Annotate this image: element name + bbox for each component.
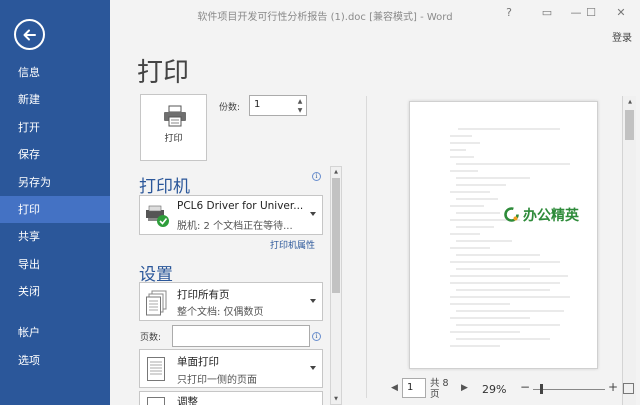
zoom-percent[interactable]: 29% — [482, 383, 506, 396]
nav-export[interactable]: 导出 — [0, 251, 110, 278]
zoom-in-icon[interactable]: + — [608, 380, 618, 394]
print-sides-dropdown[interactable]: 单面打印 只打印一侧的页面 — [139, 349, 323, 388]
print-button-label: 打印 — [164, 134, 183, 144]
login-link[interactable]: 登录 — [612, 29, 632, 44]
pages-info-icon[interactable]: i — [312, 332, 321, 341]
copies-label: 份数: — [219, 103, 241, 113]
printer-icon — [164, 105, 186, 127]
back-arrow-icon — [23, 29, 36, 41]
print-range-main: 打印所有页 — [177, 289, 230, 301]
backstage-sidebar: 信息 新建 打开 保存 另存为 打印 共享 导出 关闭 帐户 选项 — [0, 0, 110, 405]
collate-main: 调整 — [177, 396, 198, 405]
brand-logo-icon — [504, 207, 519, 222]
chevron-down-icon — [310, 365, 316, 370]
settings-scrollbar[interactable]: ▲ ▼ — [330, 166, 342, 405]
nav-new[interactable]: 新建 — [0, 86, 110, 113]
pages-input[interactable] — [172, 325, 310, 347]
info-icon[interactable]: i — [312, 172, 321, 181]
printer-properties-link[interactable]: 打印机属性 — [270, 238, 315, 251]
nav-save-as[interactable]: 另存为 — [0, 169, 110, 196]
nav-close[interactable]: 关闭 — [0, 278, 110, 305]
nav-print[interactable]: 打印 — [0, 196, 110, 223]
print-range-sub: 整个文档: 仅偶数页 — [177, 307, 264, 318]
print-preview-page — [409, 101, 598, 369]
copies-down-icon[interactable]: ▼ — [295, 106, 305, 115]
scroll-down-icon[interactable]: ▼ — [332, 395, 340, 403]
chevron-down-icon — [310, 298, 316, 303]
nav-info[interactable]: 信息 — [0, 59, 110, 86]
total-pages: 共 8 页 — [430, 378, 449, 400]
print-range-dropdown[interactable]: 打印所有页 整个文档: 仅偶数页 — [139, 282, 323, 321]
print-sides-main: 单面打印 — [177, 356, 219, 368]
scroll-thumb[interactable] — [332, 178, 340, 293]
printer-status: 脱机: 2 个文档正在等待... — [177, 221, 293, 232]
nav-share[interactable]: 共享 — [0, 223, 110, 250]
page-title: 打印 — [137, 58, 190, 88]
window-title: 软件项目开发可行性分析报告 (1).doc [兼容模式] - Word — [197, 12, 453, 23]
printer-heading: 打印机 — [139, 177, 190, 197]
zoom-slider[interactable] — [533, 389, 605, 390]
preview-scrollbar[interactable]: ▲ — [622, 96, 636, 405]
copies-up-icon[interactable]: ▲ — [295, 97, 305, 106]
zoom-out-icon[interactable]: − — [520, 380, 530, 394]
document-preview-lines — [450, 128, 570, 347]
single-side-icon — [147, 357, 165, 381]
pages-icon — [146, 290, 167, 316]
back-button[interactable] — [14, 19, 45, 50]
page-number-input[interactable]: 1 — [402, 378, 426, 398]
prev-page-icon[interactable]: ◀ — [391, 383, 398, 393]
nav-save[interactable]: 保存 — [0, 141, 110, 168]
zoom-to-page-icon[interactable] — [623, 383, 634, 394]
panel-divider — [366, 96, 367, 398]
chevron-down-icon — [310, 212, 316, 216]
print-sides-sub: 只打印一侧的页面 — [177, 375, 257, 386]
collate-dropdown[interactable]: 调整 — [139, 391, 323, 405]
help-button[interactable]: ? — [498, 4, 520, 22]
printer-status-icon — [146, 205, 169, 227]
printer-name: PCL6 Driver for Univer... — [177, 200, 304, 212]
copies-value: 1 — [254, 99, 261, 110]
maximize-button[interactable]: ☐ — [580, 4, 602, 22]
nav-open[interactable]: 打开 — [0, 114, 110, 141]
zoom-slider-thumb[interactable] — [540, 384, 543, 394]
current-page: 1 — [407, 382, 414, 393]
next-page-icon[interactable]: ▶ — [461, 383, 468, 393]
print-button[interactable]: 打印 — [140, 94, 207, 161]
nav-account[interactable]: 帐户 — [0, 319, 110, 346]
title-bar: 软件项目开发可行性分析报告 (1).doc [兼容模式] - Word ? ▭ … — [110, 0, 640, 30]
brand-watermark: 办公精英 — [523, 208, 579, 224]
pages-label: 页数: — [140, 333, 162, 343]
collate-icon — [147, 397, 165, 405]
nav-options[interactable]: 选项 — [0, 347, 110, 374]
preview-scroll-up-icon[interactable]: ▲ — [626, 98, 634, 106]
copies-input[interactable]: 1 ▲ ▼ — [249, 95, 307, 116]
preview-scroll-thumb[interactable] — [625, 110, 634, 140]
close-button[interactable]: ✕ — [610, 4, 632, 22]
scroll-up-icon[interactable]: ▲ — [332, 168, 340, 176]
printer-dropdown[interactable]: PCL6 Driver for Univer... 脱机: 2 个文档正在等待.… — [139, 195, 323, 235]
ribbon-display-button[interactable]: ▭ — [536, 4, 558, 22]
